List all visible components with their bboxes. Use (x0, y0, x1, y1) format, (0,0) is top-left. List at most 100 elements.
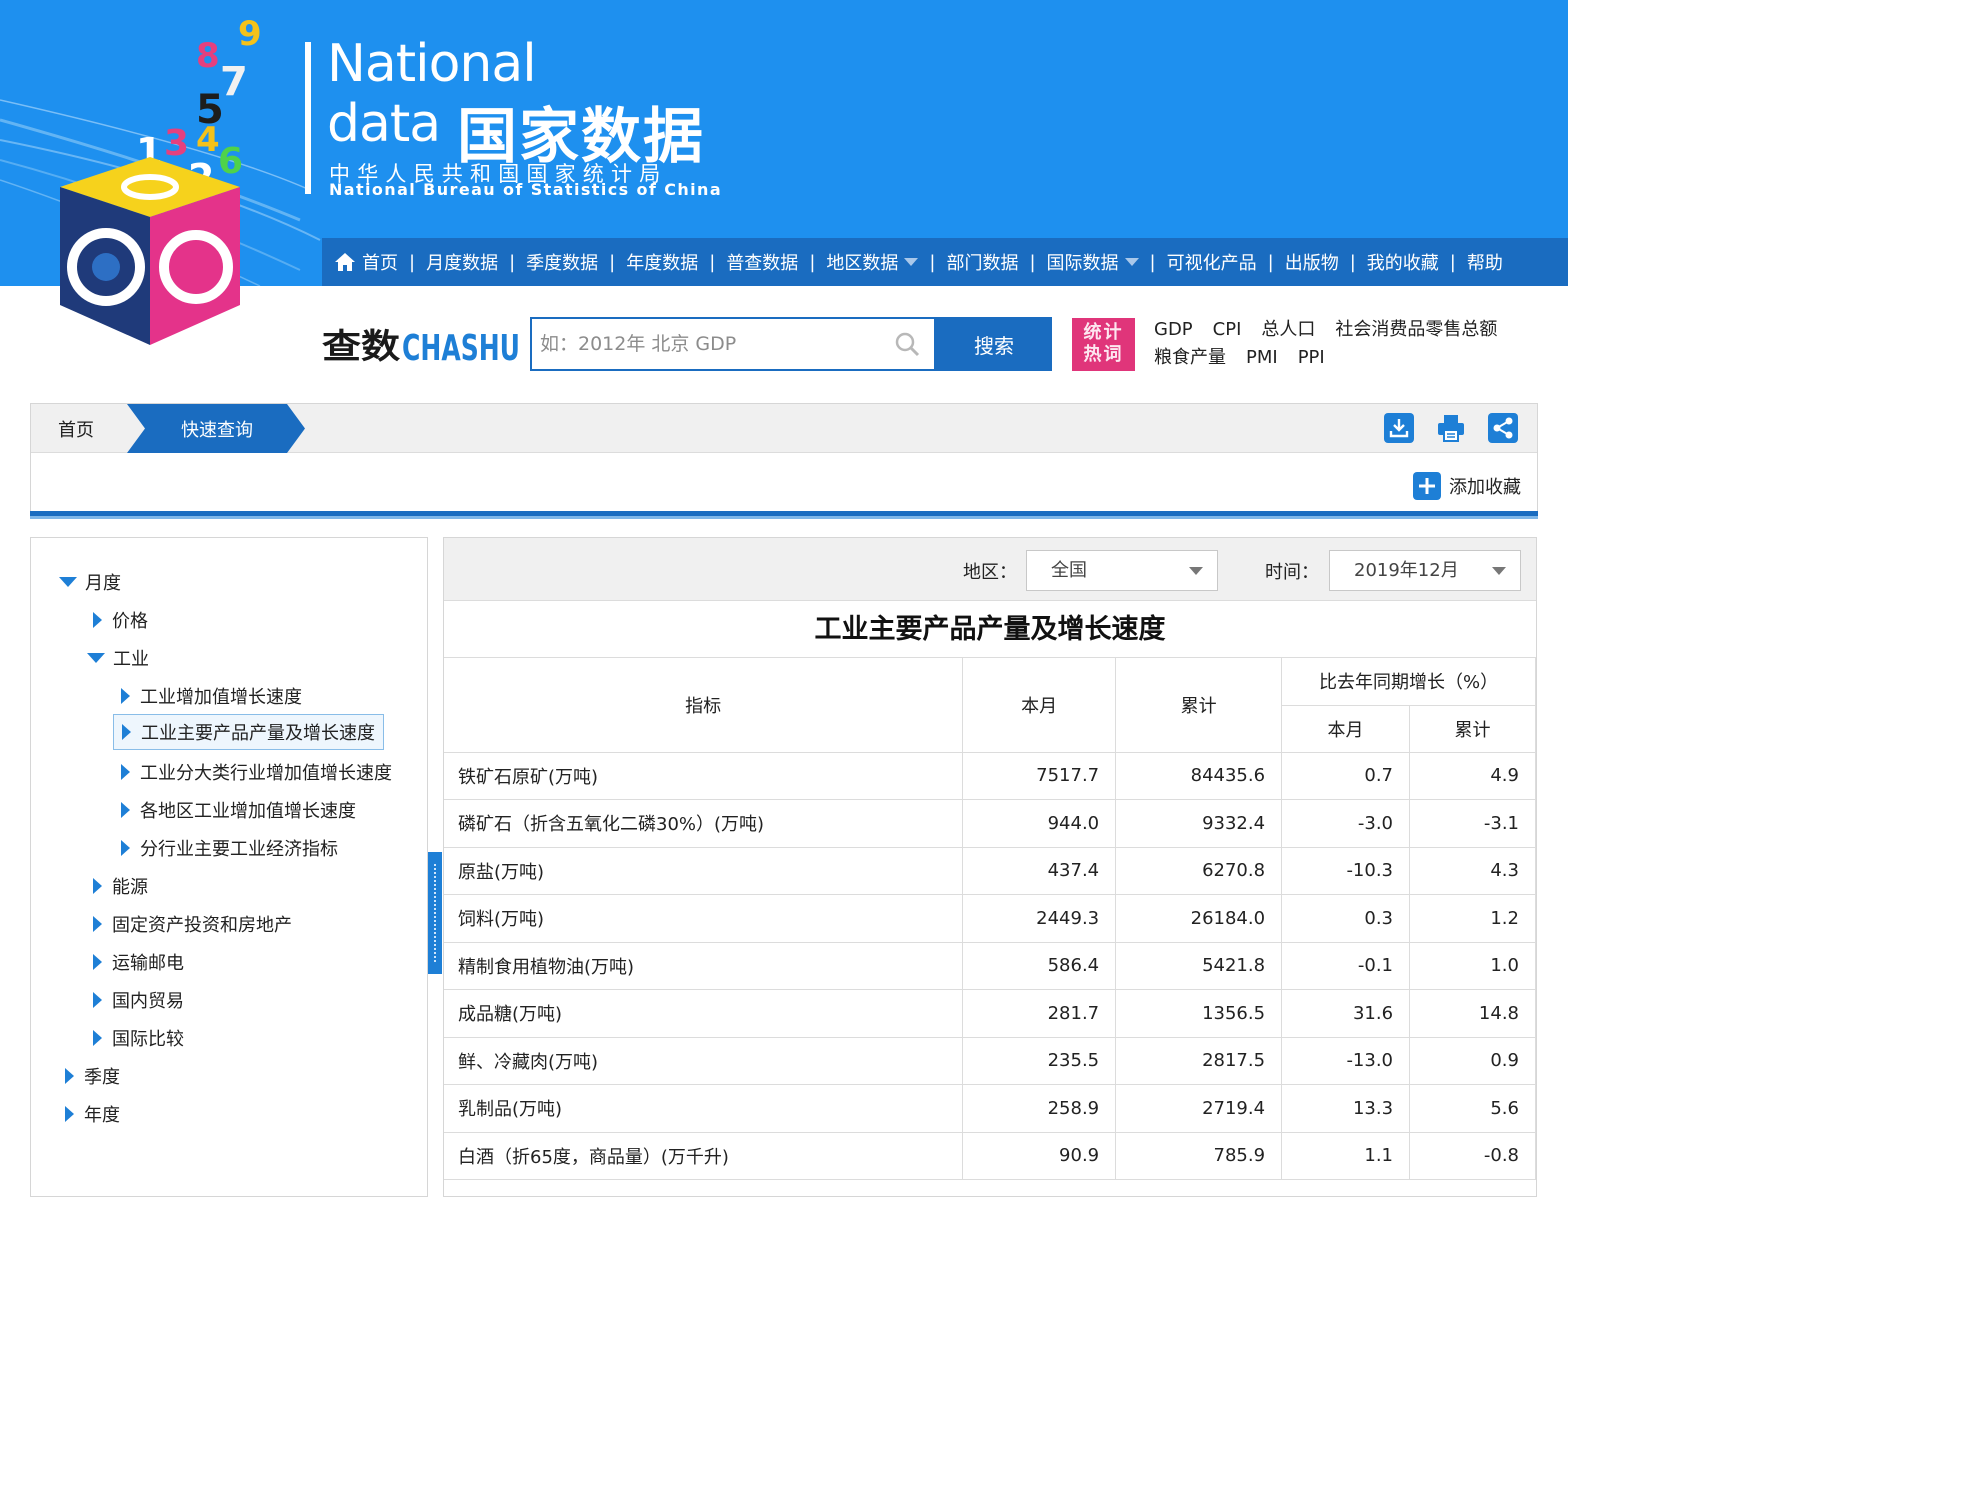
share-icon[interactable] (1488, 413, 1518, 443)
tree-node-energy[interactable]: 能源 (93, 872, 148, 900)
tree-node-quarterly[interactable]: 季度 (65, 1062, 120, 1090)
nav-item[interactable]: 地区数据 (826, 249, 919, 275)
brand-subtitle-en: National Bureau of Statistics of China (329, 180, 723, 199)
table-cell-month: 586.4 (962, 941, 1117, 990)
sidebar-splitter-handle[interactable] (428, 852, 442, 974)
print-icon[interactable] (1436, 413, 1466, 443)
table-cell-g-cum: -3.1 (1409, 799, 1536, 848)
tree-node-domestic-trade[interactable]: 国内贸易 (93, 986, 184, 1014)
hot-word-link[interactable]: PMI (1246, 344, 1278, 372)
collapsed-triangle-icon (121, 802, 130, 818)
table-cell-name: 鲜、冷藏肉(万吨) (444, 1036, 964, 1085)
nav-item[interactable]: 我的收藏 (1367, 249, 1439, 275)
add-favorite-button[interactable]: 添加收藏 (1413, 472, 1521, 500)
nav-item-label: 地区数据 (826, 253, 899, 274)
chevron-down-icon (904, 258, 919, 266)
nav-separator: | (1267, 251, 1274, 273)
header-indicator: 指标 (444, 658, 964, 753)
hot-word-link[interactable]: PPI (1298, 344, 1325, 372)
collapsed-triangle-icon (122, 724, 131, 740)
table-cell-name: 磷矿石（折含五氧化二磷30%）(万吨) (444, 799, 964, 848)
search-icon[interactable] (894, 331, 920, 357)
nav-separator: | (709, 251, 716, 273)
tree-node-industry-child[interactable]: 工业增加值增长速度 (121, 682, 302, 710)
nav-item-label: 出版物 (1284, 253, 1339, 274)
region-select[interactable]: 全国 (1026, 550, 1218, 591)
breadcrumb-home[interactable]: 首页 (58, 416, 94, 442)
table-title: 工业主要产品产量及增长速度 (444, 602, 1536, 658)
tree-node-yearly[interactable]: 年度 (65, 1100, 120, 1128)
hot-word-link[interactable]: 粮食产量 (1154, 344, 1226, 372)
hot-words-badge: 统计 热词 (1072, 318, 1135, 371)
main-nav: 首页 | 月度数据 | 季度数据 | 年度数据 | 普查数据 | 地区数据 | 部门数据 | 国际数据 | 可视… (322, 238, 1568, 286)
hot-word-link[interactable]: 社会消费品零售总额 (1335, 316, 1497, 344)
tree-node-industry-child[interactable]: 工业分大类行业增加值增长速度 (121, 758, 392, 786)
cube-number: 3 (164, 123, 189, 164)
filter-bar: 地区： 全国 时间： 2019年12月 (444, 538, 1536, 601)
nav-item[interactable]: 出版物 (1285, 249, 1339, 275)
table-cell-name: 精制食用植物油(万吨) (444, 941, 964, 990)
hot-badge-line2: 热词 (1083, 344, 1124, 365)
tree-node-intl-compare[interactable]: 国际比较 (93, 1024, 184, 1052)
hot-badge-line1: 统计 (1083, 322, 1124, 343)
hot-words: GDP CPI 总人口 社会消费品零售总额 粮食产量 PMI PPI (1154, 316, 1554, 372)
header-cumulative: 累计 (1115, 658, 1283, 753)
tree-node-industry-child[interactable]: 分行业主要工业经济指标 (121, 834, 338, 862)
tree-node-price[interactable]: 价格 (93, 606, 148, 634)
table-cell-month: 437.4 (962, 846, 1117, 895)
nav-item[interactable]: 普查数据 (726, 249, 798, 275)
nav-separator: | (809, 251, 816, 273)
breadcrumb-current[interactable]: 快速查询 (181, 416, 253, 442)
nav-item[interactable]: 季度数据 (526, 249, 598, 275)
chevron-down-icon (1492, 567, 1506, 575)
table-cell-g-month: 0.7 (1281, 751, 1411, 800)
table-cell-g-month: -13.0 (1281, 1036, 1411, 1085)
chashu-logo[interactable]: 查数 CHASHU (322, 322, 520, 366)
table-cell-cum: 2817.5 (1115, 1036, 1283, 1085)
nav-separator: | (1349, 251, 1356, 273)
tree-node-label: 国际比较 (112, 1029, 184, 1050)
nav-item[interactable]: 月度数据 (426, 249, 498, 275)
collapsed-triangle-icon (93, 916, 102, 932)
time-select-value: 2019年12月 (1354, 560, 1459, 581)
logo-cube[interactable]: 9 8 7 5 1 3 4 6 2 (20, 5, 310, 350)
hot-word-link[interactable]: 总人口 (1261, 316, 1315, 344)
collapsed-triangle-icon (93, 612, 102, 628)
table-cell-month: 7517.7 (962, 751, 1117, 800)
nav-item[interactable]: 年度数据 (626, 249, 698, 275)
hot-word-link[interactable]: CPI (1213, 316, 1242, 344)
tree-node-transport[interactable]: 运输邮电 (93, 948, 184, 976)
hot-word-link[interactable]: GDP (1154, 316, 1193, 344)
cube-number: 8 (196, 36, 220, 76)
table-cell-name: 原盐(万吨) (444, 846, 964, 895)
tree-node-label: 国内贸易 (112, 991, 184, 1012)
table-row: 乳制品(万吨) 258.9 2719.4 13.3 5.6 (444, 1084, 1536, 1133)
table-cell-cum: 6270.8 (1115, 846, 1283, 895)
nav-item-label: 普查数据 (726, 253, 799, 274)
collapsed-triangle-icon (93, 992, 102, 1008)
search-button[interactable]: 搜索 (936, 317, 1052, 371)
tree-node-industry-child[interactable]: 各地区工业增加值增长速度 (121, 796, 356, 824)
search-input[interactable] (532, 319, 892, 369)
nav-item-label: 国际数据 (1046, 253, 1119, 274)
search-box (530, 317, 936, 371)
tree-node-fixed-assets[interactable]: 固定资产投资和房地产 (93, 910, 292, 938)
nav-item[interactable]: 国际数据 (1047, 249, 1139, 275)
table-row: 精制食用植物油(万吨) 586.4 5421.8 -0.1 1.0 (444, 941, 1536, 990)
nav-item[interactable]: 帮助 (1467, 249, 1503, 275)
header-growth-group: 比去年同期增长（%） (1281, 658, 1536, 706)
download-icon[interactable] (1384, 413, 1414, 443)
expanded-triangle-icon (59, 577, 77, 587)
tree-node-monthly[interactable]: 月度 (59, 568, 121, 596)
tree-node-industry[interactable]: 工业 (87, 644, 149, 672)
nav-item[interactable]: 首页 (334, 249, 398, 275)
time-label: 时间： (1265, 562, 1319, 583)
time-select[interactable]: 2019年12月 (1329, 550, 1521, 591)
table-cell-month: 90.9 (962, 1131, 1117, 1180)
nav-item[interactable]: 部门数据 (946, 249, 1018, 275)
tree-node-industry-child-selected[interactable]: 工业主要产品产量及增长速度 (113, 714, 384, 750)
nav-item[interactable]: 可视化产品 (1167, 249, 1257, 275)
nav-item-label: 月度数据 (426, 253, 499, 274)
expanded-triangle-icon (87, 653, 105, 663)
tree-node-label: 年度 (84, 1105, 120, 1126)
